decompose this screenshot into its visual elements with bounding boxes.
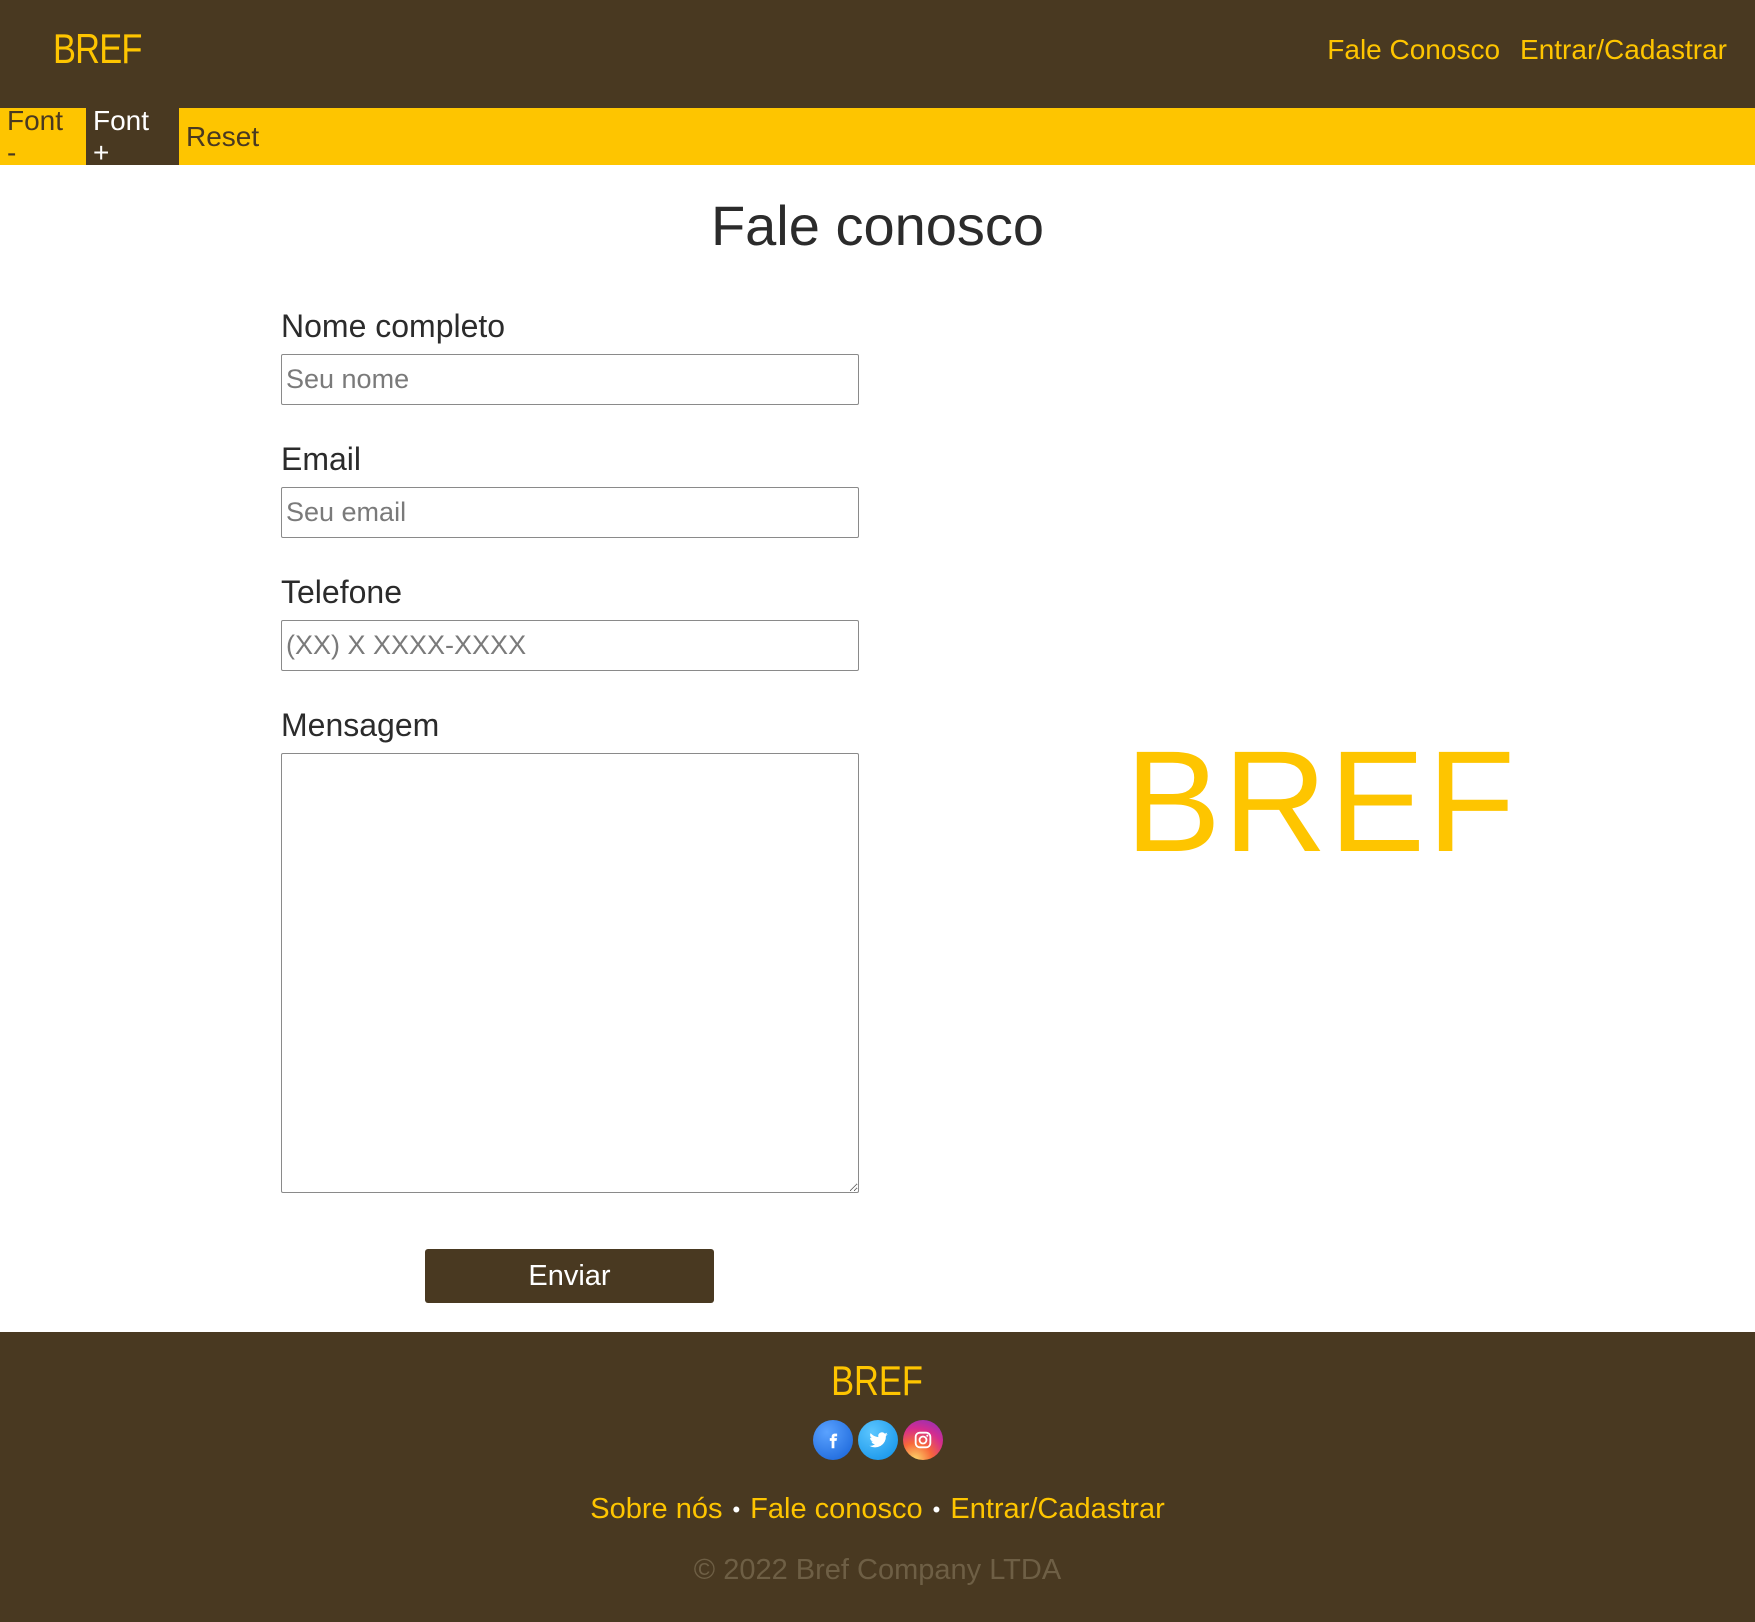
footer-link-login[interactable]: Entrar/Cadastrar — [950, 1493, 1164, 1525]
footer-separator: • — [732, 1497, 741, 1523]
footer-logo: BREF — [0, 1360, 1755, 1402]
brand-logo: BREF — [1125, 721, 1518, 882]
phone-field-group: Telefone — [281, 576, 859, 671]
footer-link-about[interactable]: Sobre nós — [590, 1493, 722, 1525]
message-field-group: Mensagem — [281, 709, 859, 1193]
contact-form: Nome completo Email Telefone Mensagem — [281, 310, 859, 1193]
copyright-text: © 2022 Bref Company LTDA — [693, 1554, 1062, 1586]
submit-button[interactable]: Enviar — [425, 1249, 714, 1303]
message-textarea[interactable] — [281, 753, 859, 1193]
nav-link-login[interactable]: Entrar/Cadastrar — [1520, 36, 1727, 64]
name-input[interactable] — [281, 354, 859, 405]
footer-separator: • — [932, 1497, 941, 1523]
facebook-glyph — [829, 1433, 837, 1449]
facebook-icon[interactable] — [812, 1420, 853, 1460]
phone-input[interactable] — [281, 620, 859, 671]
font-reset-button[interactable]: Reset — [179, 108, 266, 165]
page-title: Fale conosco — [710, 194, 1045, 257]
phone-label: Telefone — [281, 574, 402, 610]
accessibility-bar: Font - Font + Reset — [0, 105, 1755, 168]
instagram-icon[interactable] — [902, 1420, 943, 1460]
email-input[interactable] — [281, 487, 859, 538]
footer: BREF Sobre nós • Fale conosco • Entrar/Cadas… — [0, 1332, 1755, 1622]
header-logo[interactable]: BREF — [53, 28, 142, 70]
footer-logo-text[interactable]: BREF — [832, 1360, 924, 1402]
font-decrease-button[interactable]: Font - — [0, 105, 86, 168]
name-label: Nome completo — [281, 308, 506, 344]
twitter-icon[interactable] — [857, 1420, 898, 1460]
instagram-glyph — [914, 1431, 931, 1449]
footer-nav: Sobre nós • Fale conosco • Entrar/Cadastrar — [0, 1495, 1755, 1524]
message-label: Mensagem — [281, 707, 440, 743]
header-nav: Fale Conosco Entrar/Cadastrar — [1327, 36, 1727, 64]
twitter-glyph — [868, 1432, 888, 1448]
email-field-group: Email — [281, 443, 859, 538]
footer-link-contact[interactable]: Fale conosco — [750, 1493, 923, 1525]
email-label: Email — [281, 441, 362, 477]
nav-link-contact[interactable]: Fale Conosco — [1327, 36, 1500, 64]
social-links — [0, 1420, 1755, 1460]
top-header: BREF Fale Conosco Entrar/Cadastrar — [0, 0, 1755, 108]
font-increase-button[interactable]: Font + — [86, 105, 179, 168]
name-field-group: Nome completo — [281, 310, 859, 405]
